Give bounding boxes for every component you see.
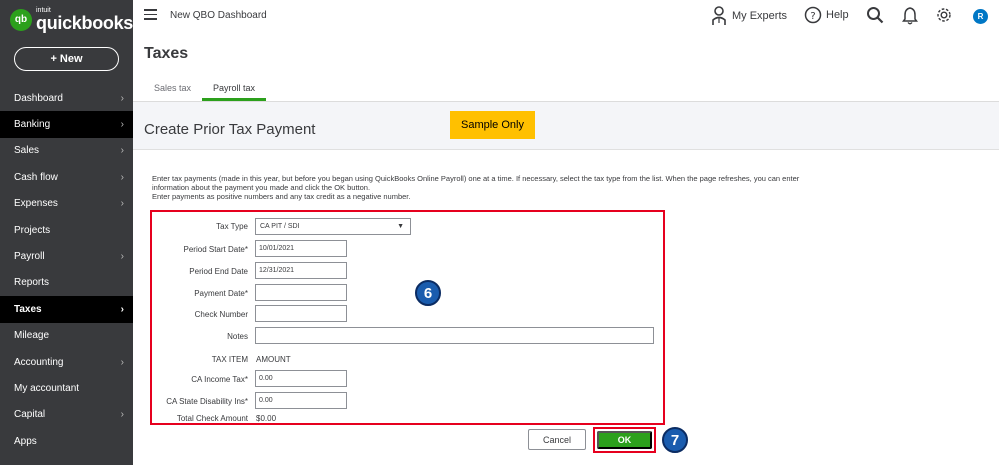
sidebar-item-label: Accounting	[14, 356, 64, 368]
cancel-button[interactable]: Cancel	[528, 429, 586, 450]
instruction-line: Enter payments as positive numbers and a…	[152, 192, 411, 201]
person-icon	[712, 6, 726, 25]
sidebar-item-label: Banking	[14, 119, 51, 131]
ca-sdi-input[interactable]: 0.00	[255, 392, 347, 409]
sidebar-item-label: Reports	[14, 277, 50, 289]
notes-label: Notes	[227, 332, 248, 341]
caret-down-icon: ▼	[397, 223, 404, 230]
sidebar-item-payroll[interactable]: Payroll ›	[0, 243, 133, 269]
step-7-callout: 7	[662, 427, 688, 453]
period-start-input[interactable]: 10/01/2021	[255, 240, 347, 257]
ca-sdi-label: CA State Disability Ins*	[166, 397, 248, 406]
sidebar-item-label: Apps	[14, 435, 37, 447]
chevron-right-icon: ›	[120, 251, 124, 263]
dashboard-title: New QBO Dashboard	[170, 10, 267, 21]
sample-only-badge: Sample Only	[450, 111, 535, 139]
payment-date-input[interactable]	[255, 284, 347, 301]
ok-button[interactable]: OK	[597, 431, 652, 449]
sidebar-item-label: Expenses	[14, 198, 58, 210]
tax-type-select[interactable]: CA PIT / SDI ▼	[255, 218, 411, 235]
sidebar-item-banking[interactable]: Banking ›	[0, 111, 133, 138]
chevron-right-icon: ›	[120, 92, 124, 104]
new-button[interactable]: + New	[14, 47, 119, 71]
my-experts-label: My Experts	[732, 10, 788, 22]
bell-icon[interactable]	[902, 6, 918, 25]
sidebar-item-label: Capital	[14, 409, 46, 421]
logo-quickbooks-text: quickbooks	[36, 13, 134, 33]
search-icon[interactable]	[866, 6, 884, 24]
quickbooks-logo[interactable]: qb intuit quickbooks	[10, 7, 133, 32]
chevron-right-icon: ›	[120, 356, 124, 368]
notes-input[interactable]	[255, 327, 654, 344]
sidebar-item-mileage[interactable]: Mileage	[0, 323, 133, 349]
sidebar-nav: Dashboard › Banking › Sales › Cash flow › Ex…	[0, 85, 133, 454]
sidebar-item-apps[interactable]: Apps	[0, 428, 133, 454]
ok-button-highlight: OK	[593, 427, 656, 453]
tax-tabs: Sales tax Payroll tax	[143, 81, 267, 101]
sidebar-item-label: Taxes	[14, 303, 42, 315]
period-end-input[interactable]: 12/31/2021	[255, 262, 347, 279]
period-end-label: Period End Date	[189, 267, 248, 276]
tab-sales-tax[interactable]: Sales tax	[143, 81, 202, 101]
tab-payroll-tax[interactable]: Payroll tax	[202, 81, 267, 101]
sidebar-item-dashboard[interactable]: Dashboard ›	[0, 85, 133, 111]
chevron-right-icon: ›	[120, 303, 124, 315]
sidebar-item-projects[interactable]: Projects	[0, 217, 133, 243]
tax-item-header: TAX ITEM	[211, 355, 248, 364]
tax-type-label: Tax Type	[216, 222, 248, 231]
period-start-label: Period Start Date*	[183, 245, 248, 254]
chevron-right-icon: ›	[120, 119, 124, 131]
step-6-callout: 6	[415, 280, 441, 306]
sidebar-item-label: Cash flow	[14, 171, 58, 183]
check-number-input[interactable]	[255, 305, 347, 322]
sidebar-item-cash-flow[interactable]: Cash flow ›	[0, 164, 133, 190]
chevron-right-icon: ›	[120, 145, 124, 157]
sidebar-item-label: Projects	[14, 224, 51, 236]
check-number-label: Check Number	[194, 310, 248, 319]
gear-icon[interactable]	[935, 6, 953, 24]
top-bar: New QBO Dashboard My Experts ? Help R	[133, 0, 999, 33]
sidebar-item-sales[interactable]: Sales ›	[0, 138, 133, 164]
payment-date-label: Payment Date*	[194, 289, 248, 298]
instruction-line: Enter tax payments (made in this year, b…	[152, 174, 800, 183]
total-check-amount-value: $0.00	[256, 414, 277, 423]
help-button[interactable]: ? Help	[804, 6, 849, 24]
svg-text:?: ?	[810, 11, 815, 22]
sidebar-item-label: Dashboard	[14, 92, 63, 104]
ca-income-tax-input[interactable]: 0.00	[255, 370, 347, 387]
sidebar: qb intuit quickbooks + New Dashboard › Ba…	[0, 0, 133, 465]
app-root: qb intuit quickbooks + New Dashboard › Ba…	[0, 0, 999, 465]
chevron-right-icon: ›	[120, 409, 124, 421]
sidebar-item-label: Sales	[14, 145, 40, 157]
qb-logo-icon: qb	[10, 8, 32, 31]
sidebar-item-my-accountant[interactable]: My accountant	[0, 375, 133, 401]
chevron-right-icon: ›	[120, 198, 124, 210]
sidebar-item-label: Mileage	[14, 330, 50, 342]
tax-type-value: CA PIT / SDI	[260, 223, 300, 230]
sidebar-item-label: My accountant	[14, 382, 80, 394]
hamburger-menu-icon[interactable]	[144, 9, 157, 20]
my-experts-button[interactable]: My Experts	[711, 6, 787, 26]
instructions-text: Enter tax payments (made in this year, b…	[152, 174, 972, 201]
help-label: Help	[826, 9, 849, 21]
page-title: Taxes	[144, 45, 189, 62]
sidebar-item-reports[interactable]: Reports	[0, 270, 133, 296]
ca-income-tax-label: CA Income Tax*	[191, 375, 248, 384]
sidebar-item-capital[interactable]: Capital ›	[0, 402, 133, 428]
amount-header: AMOUNT	[256, 355, 291, 364]
sidebar-item-taxes[interactable]: Taxes ›	[0, 296, 133, 323]
chevron-right-icon: ›	[120, 171, 124, 183]
sidebar-item-label: Payroll	[14, 251, 45, 263]
sidebar-item-expenses[interactable]: Expenses ›	[0, 191, 133, 217]
total-check-amount-label: Total Check Amount	[176, 414, 248, 423]
section-title: Create Prior Tax Payment	[144, 121, 316, 138]
sidebar-item-accounting[interactable]: Accounting ›	[0, 349, 133, 375]
instruction-line: information about the payment you made a…	[152, 183, 371, 192]
help-icon: ?	[804, 6, 822, 24]
user-avatar[interactable]: R	[973, 9, 988, 24]
